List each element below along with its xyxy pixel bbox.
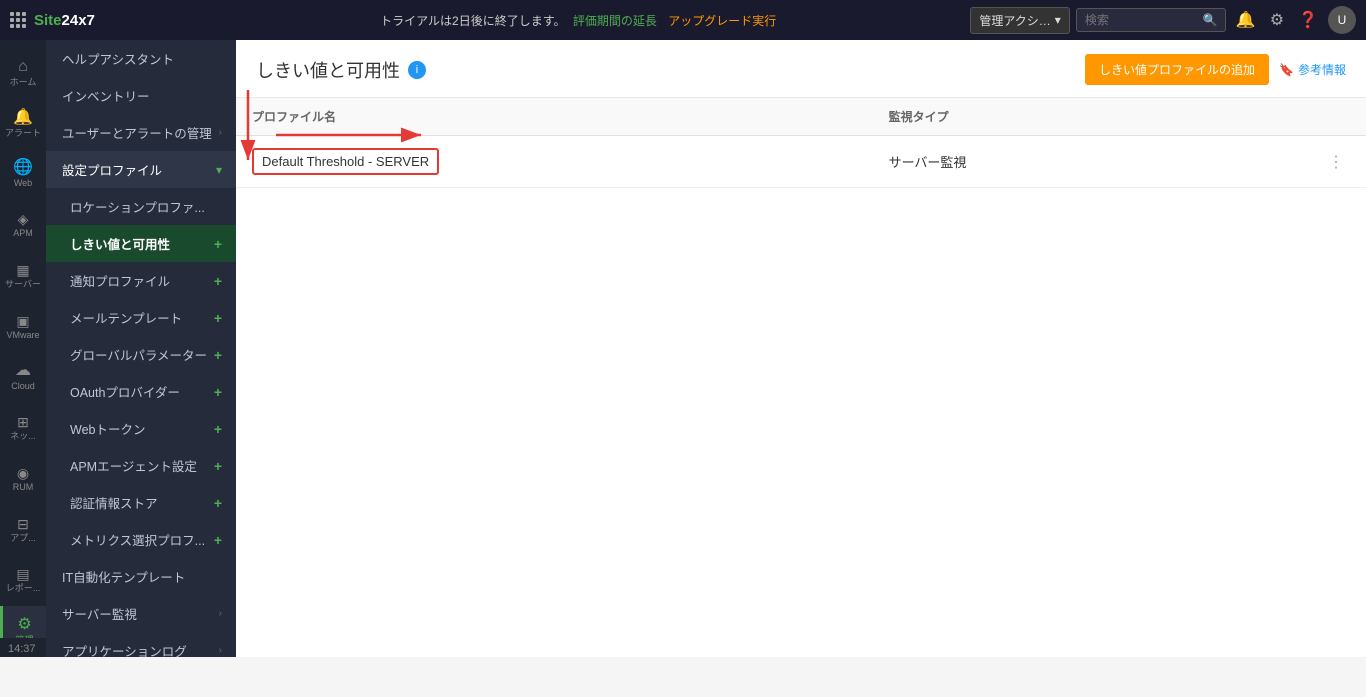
sidebar-item-home[interactable]: ⌂ ホーム <box>0 48 46 99</box>
cloud-icon: ☁ <box>15 363 31 379</box>
server-icon: ▦ <box>16 263 29 277</box>
row-kebab-button[interactable]: ⋮ <box>1322 150 1350 174</box>
arrow-icon: › <box>219 608 222 619</box>
sidebar-item-alert[interactable]: 🔔 アラート <box>0 99 46 150</box>
sidebar-item-inventory[interactable]: インベントリー <box>46 77 236 114</box>
help-icon[interactable]: ❓ <box>1294 6 1322 34</box>
logo-text: Site24x7 <box>34 12 95 29</box>
admin-dropdown[interactable]: 管理アクシ… ▾ <box>970 7 1069 34</box>
arrow-icon: › <box>219 127 222 138</box>
info-icon[interactable]: i <box>408 61 426 79</box>
avatar[interactable]: U <box>1328 6 1356 34</box>
col-monitor-type: 監視タイプ <box>873 98 1192 136</box>
topbar-actions: 管理アクシ… ▾ 🔍 🔔 ⚙ ❓ U <box>970 6 1356 34</box>
chevron-down-icon: ▾ <box>1055 13 1061 27</box>
app-icon: ⊟ <box>17 517 29 531</box>
app-logo: Site24x7 <box>10 12 190 29</box>
icon-sidebar: ⌂ ホーム 🔔 アラート 🌐 Web ◈ APM ▦ サーバー ▣ VMware… <box>0 40 46 657</box>
topbar: Site24x7 トライアルは2日後に終了します。 評価期間の延長 アップグレー… <box>0 0 1366 40</box>
add-profile-button[interactable]: しきい値プロファイルの追加 <box>1085 54 1269 85</box>
grid-icon <box>10 12 26 28</box>
page-title: しきい値と可用性 <box>256 57 400 83</box>
plus-icon[interactable]: + <box>214 421 222 437</box>
table-row: Default Threshold - SERVER サーバー監視 ⋮ <box>236 136 1366 188</box>
plus-icon[interactable]: + <box>214 347 222 363</box>
plus-icon[interactable]: + <box>214 532 222 548</box>
alert-icon: 🔔 <box>13 110 33 126</box>
sidebar-item-it-automation[interactable]: IT自動化テンプレート <box>46 558 236 595</box>
col-profile-name: プロファイル名 <box>236 98 873 136</box>
sidebar-item-config-profile[interactable]: 設定プロファイル ▾ <box>46 151 236 188</box>
main-content: しきい値と可用性 i しきい値プロファイルの追加 🔖 参考情報 プロファイル名 … <box>236 40 1366 657</box>
settings-icon[interactable]: ⚙ <box>1266 6 1288 34</box>
plus-icon[interactable]: + <box>214 458 222 474</box>
sidebar-item-apm[interactable]: ◈ APM <box>0 200 46 251</box>
sidebar-item-server-monitor[interactable]: サーバー監視 › <box>46 595 236 632</box>
plus-icon[interactable]: + <box>214 273 222 289</box>
rum-icon: ◉ <box>17 466 29 480</box>
bottom-time-bar: 14:37 <box>0 641 44 657</box>
sidebar-item-network[interactable]: ⊞ ネッ... <box>0 403 46 454</box>
bookmark-icon: 🔖 <box>1279 63 1294 77</box>
web-icon: 🌐 <box>13 160 33 176</box>
plus-icon[interactable]: + <box>214 384 222 400</box>
sidebar-item-threshold[interactable]: しきい値と可用性 + <box>46 225 236 262</box>
sidebar-item-credential[interactable]: 認証情報ストア + <box>46 484 236 521</box>
home-icon: ⌂ <box>18 59 28 75</box>
arrow-icon: › <box>219 645 222 656</box>
sidebar-item-mail-template[interactable]: メールテンプレート + <box>46 299 236 336</box>
notifications-icon[interactable]: 🔔 <box>1232 6 1260 34</box>
main-sidebar: ヘルプアシスタント インベントリー ユーザーとアラートの管理 › 設定プロファイ… <box>46 40 236 657</box>
col-actions <box>1192 98 1366 136</box>
trial-notice: トライアルは2日後に終了します。 評価期間の延長 アップグレード実行 <box>200 12 960 29</box>
row-actions-cell: ⋮ <box>1192 136 1366 188</box>
report-icon: ▤ <box>16 567 29 581</box>
sidebar-item-rum[interactable]: ◉ RUM <box>0 454 46 505</box>
sidebar-item-cloud[interactable]: ☁ Cloud <box>0 353 46 404</box>
extend-link[interactable]: 評価期間の延長 <box>573 14 657 28</box>
profile-name-cell: Default Threshold - SERVER <box>236 136 873 188</box>
sidebar-item-server[interactable]: ▦ サーバー <box>0 251 46 302</box>
sidebar-item-user-alert[interactable]: ユーザーとアラートの管理 › <box>46 114 236 151</box>
header-actions: しきい値プロファイルの追加 🔖 参考情報 <box>1085 54 1346 85</box>
sidebar-item-metrics[interactable]: メトリクス選択プロフ... + <box>46 521 236 558</box>
sidebar-item-app[interactable]: ⊟ アプ... <box>0 505 46 556</box>
sidebar-item-location-profile[interactable]: ロケーションプロファ... <box>46 188 236 225</box>
search-container: 🔍 <box>1076 8 1226 32</box>
admin-icon: ⚙ <box>17 617 31 633</box>
sidebar-item-web[interactable]: 🌐 Web <box>0 150 46 201</box>
chevron-down-icon: ▾ <box>216 163 222 177</box>
plus-icon[interactable]: + <box>214 495 222 511</box>
table-header: プロファイル名 監視タイプ <box>236 98 1366 136</box>
sidebar-item-help[interactable]: ヘルプアシスタント <box>46 40 236 77</box>
sidebar-item-app-log[interactable]: アプリケーションログ › <box>46 632 236 657</box>
layout: ⌂ ホーム 🔔 アラート 🌐 Web ◈ APM ▦ サーバー ▣ VMware… <box>0 40 1366 657</box>
plus-icon[interactable]: + <box>214 236 222 252</box>
sidebar-item-global-params[interactable]: グローバルパラメーター + <box>46 336 236 373</box>
plus-icon[interactable]: + <box>214 310 222 326</box>
page-title-area: しきい値と可用性 i <box>256 57 426 83</box>
apm-icon: ◈ <box>18 212 29 226</box>
sidebar-item-notification[interactable]: 通知プロファイル + <box>46 262 236 299</box>
reference-button[interactable]: 🔖 参考情報 <box>1279 61 1346 78</box>
sidebar-item-report[interactable]: ▤ レポー... <box>0 556 46 607</box>
sidebar-item-oauth[interactable]: OAuthプロバイダー + <box>46 373 236 410</box>
profile-name-link[interactable]: Default Threshold - SERVER <box>252 148 439 175</box>
network-icon: ⊞ <box>17 415 29 429</box>
sidebar-item-web-token[interactable]: Webトークン + <box>46 410 236 447</box>
upgrade-link[interactable]: アップグレード実行 <box>668 14 776 28</box>
data-table: プロファイル名 監視タイプ Default Threshold - SERVER… <box>236 98 1366 188</box>
sidebar-item-apm-agent[interactable]: APMエージェント設定 + <box>46 447 236 484</box>
vmware-icon: ▣ <box>16 314 29 328</box>
monitor-type-cell: サーバー監視 <box>873 136 1192 188</box>
search-icon: 🔍 <box>1203 13 1218 27</box>
page-header: しきい値と可用性 i しきい値プロファイルの追加 🔖 参考情報 <box>236 40 1366 98</box>
sidebar-item-vmware[interactable]: ▣ VMware <box>0 302 46 353</box>
table-body: Default Threshold - SERVER サーバー監視 ⋮ <box>236 136 1366 188</box>
